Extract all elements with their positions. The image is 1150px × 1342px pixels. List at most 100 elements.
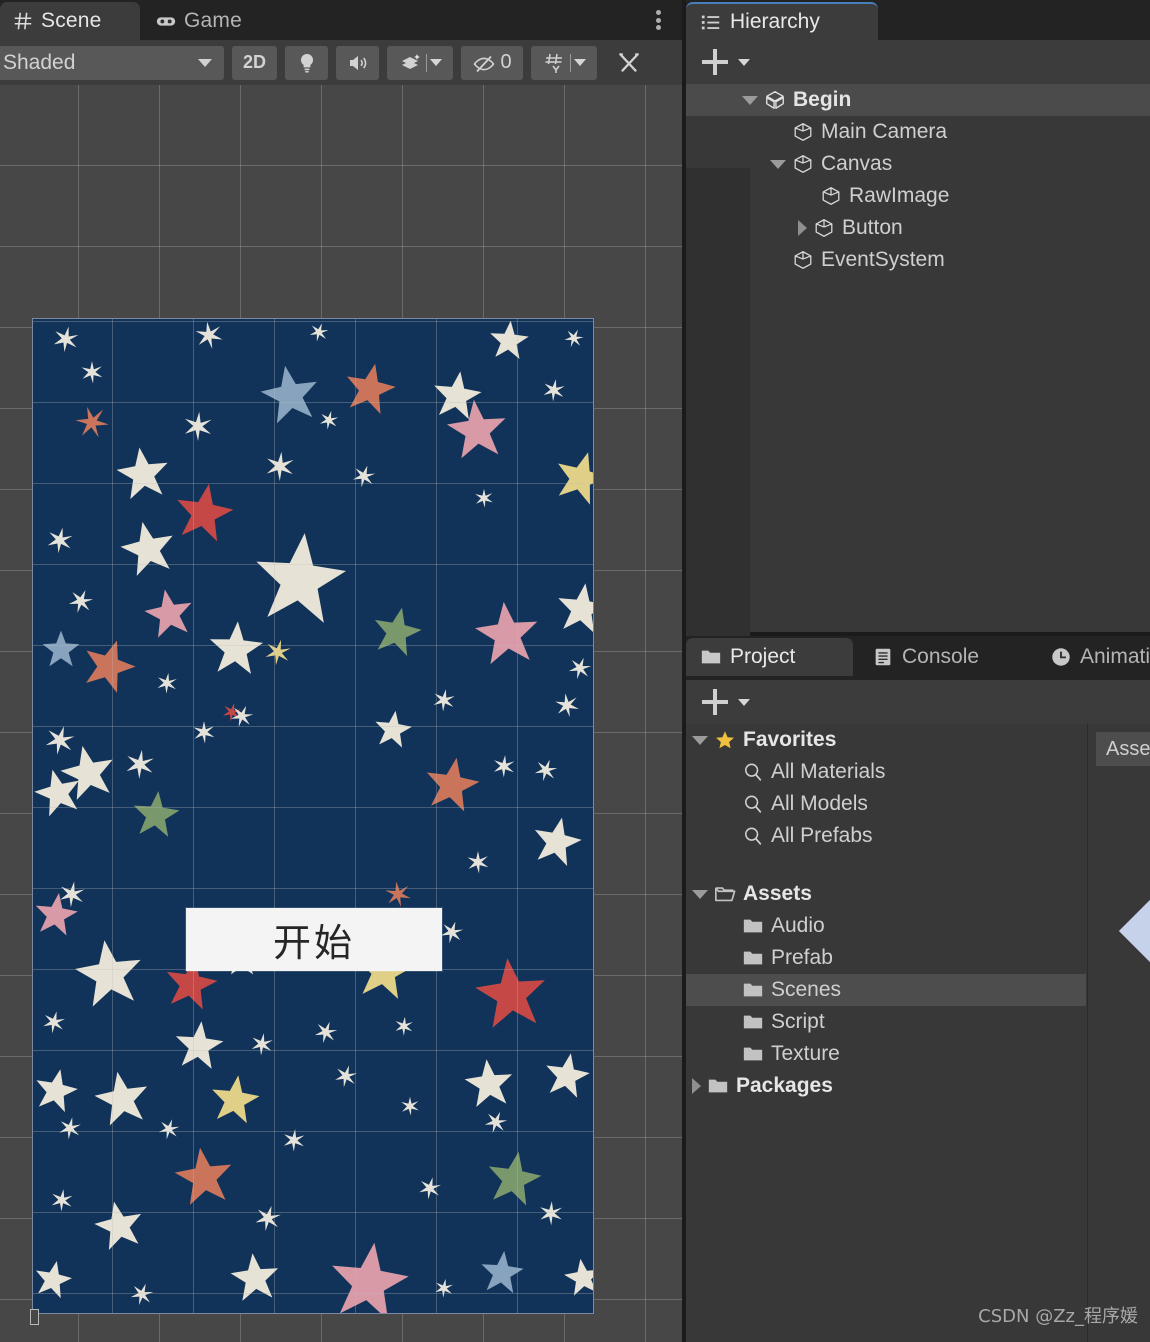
tab-scene[interactable]: Scene — [0, 2, 140, 40]
scene-lighting-button[interactable] — [285, 45, 328, 80]
star-shape — [305, 319, 333, 346]
tab-game[interactable]: Game — [143, 2, 258, 40]
scene-fx-dropdown[interactable] — [387, 45, 453, 80]
tab-hierarchy-label: Hierarchy — [730, 10, 820, 33]
tree-row[interactable]: Canvas — [686, 148, 1150, 180]
search-icon — [742, 825, 764, 847]
chevron-right-icon[interactable] — [798, 220, 807, 236]
tab-project[interactable]: Project — [686, 638, 853, 676]
star-shape — [170, 1016, 227, 1073]
star-icon — [714, 729, 736, 751]
project-asset-pane[interactable]: Assets — [1087, 724, 1150, 1342]
chevron-down-icon[interactable] — [738, 698, 750, 706]
plus-icon[interactable] — [702, 49, 728, 75]
star-shape — [125, 1277, 158, 1310]
star-shape — [429, 685, 459, 715]
tree-row[interactable]: Packages — [686, 1070, 1086, 1102]
project-body: Favorites All Materials All Models All Pref… — [686, 724, 1150, 1342]
right-panel-column: Hierarchy Begin Main Camera Canvas RawImage… — [686, 0, 1150, 1342]
toggle-2d-button[interactable]: 2D — [232, 45, 277, 80]
scene-viewport[interactable]: 开始 — [0, 85, 682, 1342]
tree-row[interactable]: All Prefabs — [686, 820, 1086, 852]
gameobject-cube-icon — [792, 249, 814, 271]
chevron-down-icon[interactable] — [770, 159, 786, 169]
plus-icon[interactable] — [702, 689, 728, 715]
star-shape — [261, 447, 298, 484]
tree-row-label: Scenes — [771, 978, 842, 1001]
chevron-down-icon[interactable] — [692, 889, 708, 899]
star-shape — [465, 849, 491, 875]
chevron-right-icon[interactable] — [692, 1078, 701, 1094]
star-shape — [41, 629, 81, 669]
tree-row[interactable]: RawImage — [686, 180, 1150, 212]
chevron-down-icon[interactable] — [742, 95, 758, 105]
star-shape — [114, 514, 183, 583]
star-shape — [322, 1234, 417, 1313]
canvas-resize-handle[interactable] — [30, 1309, 39, 1325]
breadcrumb[interactable]: Assets — [1096, 732, 1150, 766]
chevron-down-icon — [573, 59, 586, 66]
project-tree[interactable]: Favorites All Materials All Models All Pref… — [686, 724, 1086, 1342]
scene-tools-button[interactable] — [605, 46, 653, 80]
tab-animation[interactable]: Animation — [1036, 638, 1150, 676]
folder-icon — [742, 1043, 764, 1065]
tab-scene-label: Scene — [41, 9, 102, 32]
star-shape — [180, 408, 217, 445]
star-shape — [88, 1194, 150, 1256]
hierarchy-list-icon — [700, 11, 722, 33]
tree-row[interactable]: All Materials — [686, 756, 1086, 788]
game-canvas-preview[interactable]: 开始 — [32, 318, 594, 1314]
folder-icon — [742, 915, 764, 937]
tab-project-label: Project — [730, 645, 796, 668]
tree-row[interactable]: Prefab — [686, 942, 1086, 974]
watermark-text: CSDN @Zz_程序媛 — [978, 1306, 1138, 1327]
shading-mode-dropdown[interactable]: Shaded — [0, 45, 224, 80]
star-shape — [526, 810, 588, 872]
star-shape — [536, 1198, 566, 1228]
wrench-screwdriver-icon — [616, 50, 642, 76]
tab-hierarchy[interactable]: Hierarchy — [686, 2, 878, 40]
tree-row[interactable]: Favorites — [686, 724, 1086, 756]
tree-row[interactable]: Button — [686, 212, 1150, 244]
scene-audio-button[interactable] — [336, 45, 379, 80]
star-shape — [249, 1199, 286, 1236]
star-shape — [206, 1070, 265, 1129]
asset-thumbnail[interactable] — [1118, 899, 1150, 963]
star-shape — [392, 1014, 416, 1038]
tree-row[interactable]: EventSystem — [686, 244, 1150, 276]
toggle-spacer — [720, 958, 736, 959]
tree-row[interactable]: Script — [686, 1006, 1086, 1038]
tree-row[interactable]: Assets — [686, 878, 1086, 910]
tree-row[interactable]: Begin — [686, 84, 1150, 116]
tab-console[interactable]: Console — [858, 638, 997, 676]
chevron-down-icon[interactable] — [692, 735, 708, 745]
hierarchy-tree[interactable]: Begin Main Camera Canvas RawImage Button Even… — [686, 84, 1150, 716]
tree-row-label: Texture — [771, 1042, 840, 1065]
star-shape — [247, 1029, 277, 1059]
tree-row[interactable]: All Models — [686, 788, 1086, 820]
kebab-menu-icon[interactable] — [648, 7, 668, 33]
star-shape — [111, 441, 174, 504]
shading-mode-label: Shaded — [3, 50, 76, 74]
star-shape — [33, 888, 82, 940]
start-button[interactable]: 开始 — [186, 908, 442, 971]
tree-row[interactable]: Texture — [686, 1038, 1086, 1070]
tree-row[interactable]: Audio — [686, 910, 1086, 942]
chevron-down-icon[interactable] — [738, 58, 750, 66]
star-shape — [563, 651, 593, 684]
tree-row-label: RawImage — [849, 184, 950, 207]
tree-row[interactable]: Main Camera — [686, 116, 1150, 148]
hidden-objects-button[interactable]: 0 — [461, 45, 523, 80]
search-icon — [742, 761, 764, 783]
star-shape — [431, 1275, 456, 1300]
toggle-spacer — [720, 1054, 736, 1055]
tree-row[interactable]: Scenes — [686, 974, 1086, 1006]
star-shape — [560, 1254, 593, 1299]
folder-icon — [742, 947, 764, 969]
folder-icon — [742, 1011, 764, 1033]
project-tab-bar: Project Console Animation — [686, 636, 1150, 680]
gameobject-cube-icon — [792, 153, 814, 175]
star-shape — [47, 1185, 76, 1214]
grid-snapping-dropdown[interactable] — [531, 45, 597, 80]
